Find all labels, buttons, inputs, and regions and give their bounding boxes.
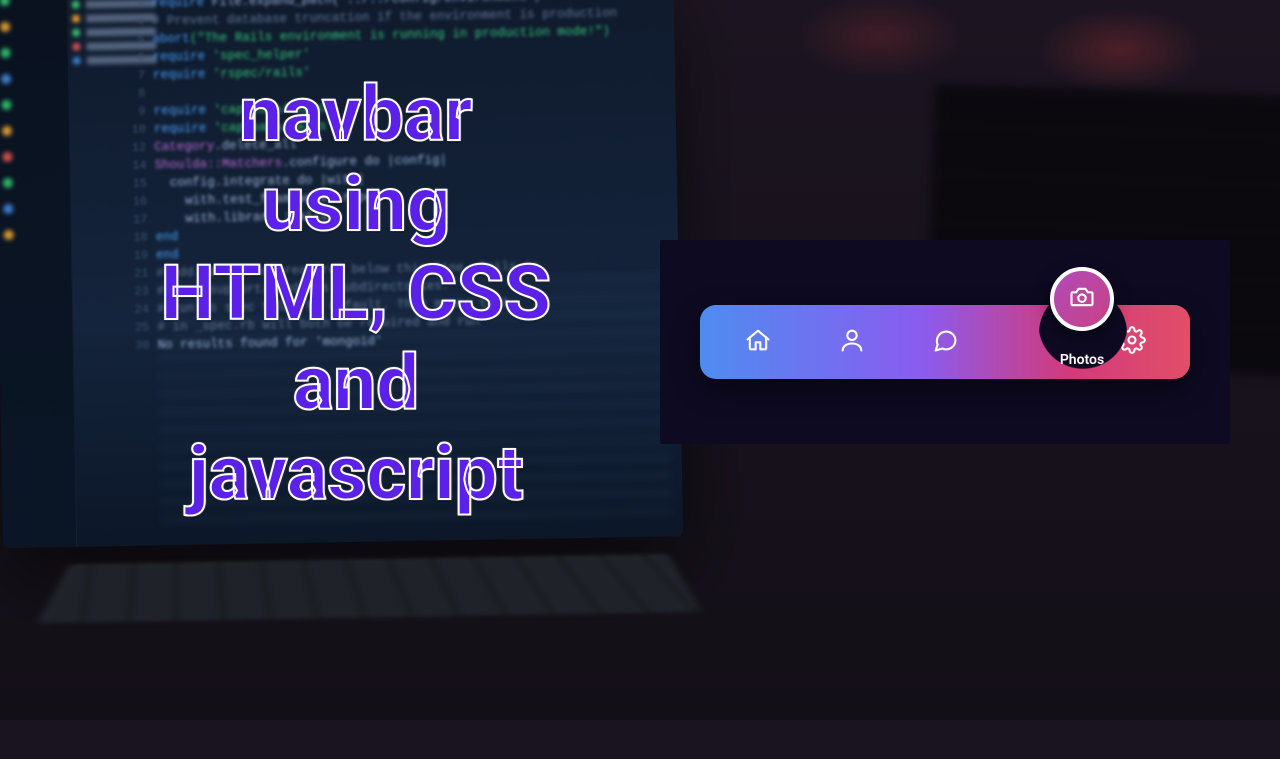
dot-green xyxy=(1,100,11,110)
headline-line-5: javascript xyxy=(76,429,636,519)
headline-line-3: HTML, CSS xyxy=(76,249,636,339)
headline-line-2: using xyxy=(76,160,636,250)
navbar: Photos xyxy=(700,305,1190,379)
nav-item-photos[interactable] xyxy=(1050,267,1114,331)
headline-text: navbar using HTML, CSS and javascript xyxy=(76,70,636,518)
nav-item-profile[interactable] xyxy=(822,326,882,358)
nav-item-photos-label: Photos xyxy=(1060,352,1104,368)
dot-orange xyxy=(0,22,10,32)
user-icon xyxy=(838,326,866,358)
headline-line-4: and xyxy=(76,339,636,429)
nav-item-photos-label-slot: Photos xyxy=(1040,349,1124,368)
dot-blue xyxy=(3,204,13,214)
sidebar-dots xyxy=(0,0,14,240)
dot-green xyxy=(3,178,13,188)
camera-icon xyxy=(1068,283,1096,315)
editor-sidebar xyxy=(0,0,77,548)
navbar-demo-card: Photos xyxy=(660,240,1230,444)
dot-green xyxy=(0,0,10,6)
home-icon xyxy=(744,326,772,358)
nav-item-chat[interactable] xyxy=(915,326,975,358)
chat-icon xyxy=(931,326,959,358)
dot-red xyxy=(2,152,12,162)
headline-line-1: navbar xyxy=(76,70,636,160)
dot-orange xyxy=(2,126,12,136)
laptop-keyboard xyxy=(37,554,701,623)
dot-green xyxy=(0,48,10,58)
dot-blue xyxy=(1,74,11,84)
dot-orange xyxy=(4,230,14,240)
nav-item-home[interactable] xyxy=(728,326,788,358)
